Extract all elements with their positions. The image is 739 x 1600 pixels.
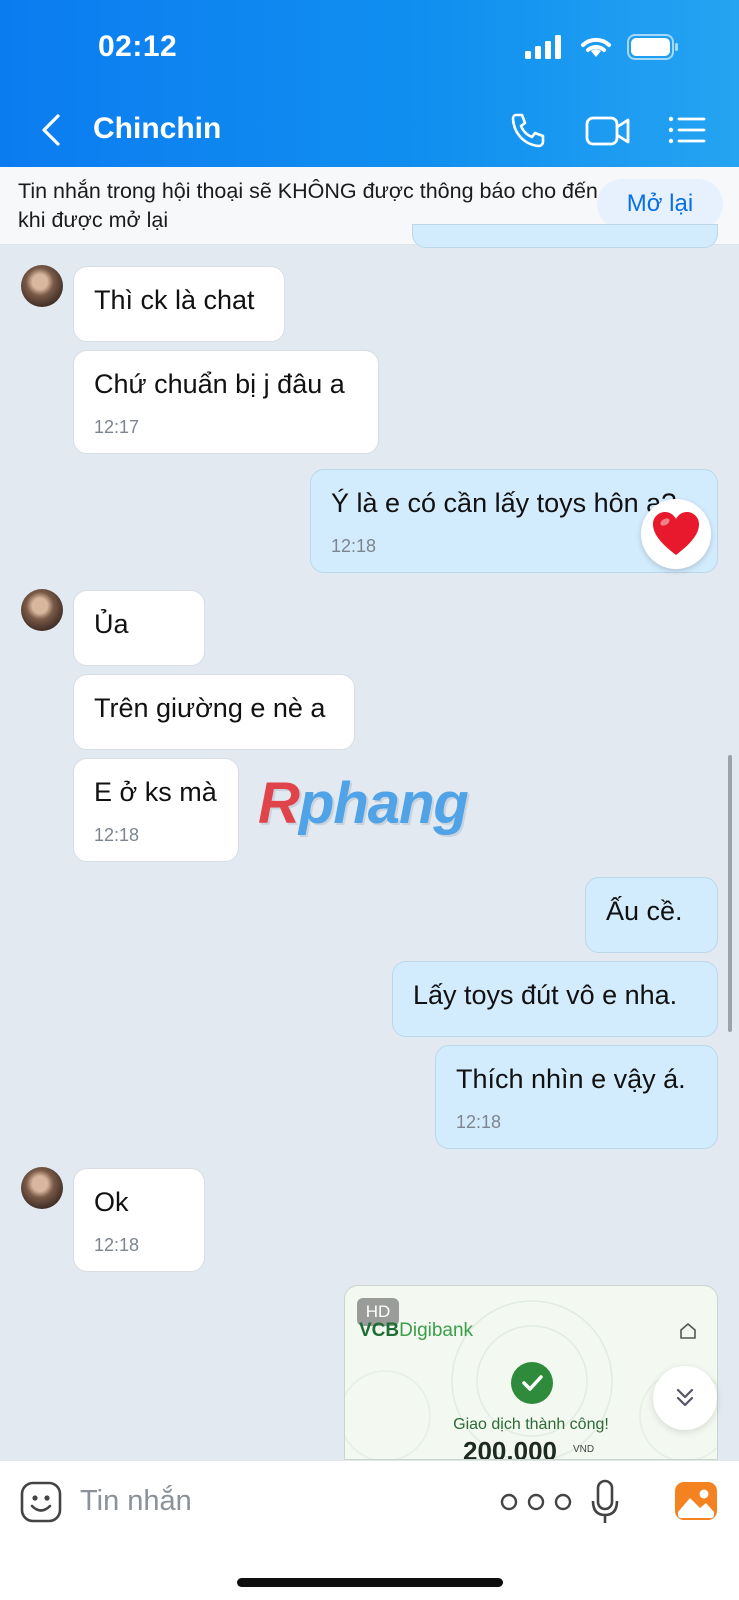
status-icons — [525, 34, 679, 60]
message-bubble-incoming[interactable]: Trên giường e nè a — [73, 674, 355, 750]
mic-icon[interactable] — [590, 1479, 620, 1525]
status-time: 02:12 — [98, 30, 178, 63]
message-bubble-incoming[interactable]: Thì ck là chat — [73, 266, 285, 342]
contact-avatar[interactable] — [21, 265, 63, 307]
message-bubble-incoming[interactable]: Ok 12:18 — [73, 1168, 205, 1272]
gallery-icon[interactable] — [674, 1481, 718, 1521]
phone-icon[interactable] — [506, 110, 550, 150]
message-bubble-incoming[interactable]: E ở ks mà 12:18 — [73, 758, 239, 862]
message-text: Ủa — [94, 609, 129, 639]
home-icon — [680, 1323, 696, 1339]
reopen-notifications-button[interactable]: Mở lại — [597, 179, 723, 229]
message-bubble-outgoing[interactable]: Thích nhìn e vậy á. 12:18 — [435, 1045, 718, 1149]
watermark-logo: Rphang — [258, 771, 469, 836]
chevron-double-down-icon — [676, 1388, 694, 1407]
message-text: Ok — [94, 1187, 129, 1217]
message-bubble-outgoing[interactable]: Lấy toys đút vô e nha. — [392, 961, 718, 1037]
home-indicator — [237, 1578, 503, 1587]
message-text: Ấu cề. — [606, 896, 683, 926]
message-text: Ý là e có cần lấy toys hôn a? — [331, 488, 677, 518]
more-icon[interactable] — [498, 1491, 574, 1513]
signal-icon — [525, 35, 561, 59]
currency-label: VND — [573, 1444, 595, 1455]
message-bubble-incoming[interactable]: Chứ chuẩn bị j đâu a 12:17 — [73, 350, 379, 454]
scrollbar[interactable] — [728, 755, 732, 1032]
message-time: 12:18 — [456, 1112, 502, 1132]
message-text: Lấy toys đút vô e nha. — [413, 980, 678, 1010]
message-time: 12:17 — [94, 417, 140, 437]
transaction-amount: 200.000 — [463, 1436, 557, 1460]
menu-icon[interactable] — [666, 110, 710, 150]
message-input[interactable] — [80, 1479, 460, 1523]
bank-logo: VCBDigibank — [359, 1320, 474, 1341]
contact-avatar[interactable] — [21, 1167, 63, 1209]
back-icon[interactable] — [36, 110, 68, 150]
reaction-heart[interactable] — [641, 499, 711, 569]
message-text: Chứ chuẩn bị j đâu a — [94, 369, 345, 399]
heart-icon — [653, 512, 699, 555]
message-text: E ở ks mà — [94, 777, 217, 807]
chat-header: 02:12 Chinchin — [0, 0, 739, 167]
wifi-icon — [581, 37, 611, 57]
message-bubble-partial — [412, 224, 718, 248]
video-icon[interactable] — [584, 110, 632, 150]
message-text: Thì ck là chat — [94, 285, 255, 315]
message-time: 12:18 — [94, 1235, 140, 1255]
battery-icon — [627, 34, 678, 60]
message-text: Thích nhìn e vậy á. — [456, 1064, 686, 1094]
message-bubble-incoming[interactable]: Ủa — [73, 590, 205, 666]
message-time: 12:18 — [94, 825, 140, 845]
message-time: 12:18 — [331, 536, 377, 556]
contact-avatar[interactable] — [21, 589, 63, 631]
chat-title[interactable]: Chinchin — [93, 112, 221, 146]
scroll-to-bottom-button[interactable] — [653, 1366, 717, 1430]
image-message-bank-receipt[interactable]: HD VCBDigibank Giao dịch thành công! 200… — [344, 1285, 718, 1460]
message-bubble-outgoing[interactable]: Ấu cề. — [585, 877, 718, 953]
check-icon — [522, 1375, 543, 1391]
success-check — [511, 1362, 553, 1404]
message-text: Trên giường e nè a — [94, 693, 326, 723]
emoji-icon[interactable] — [20, 1481, 62, 1523]
